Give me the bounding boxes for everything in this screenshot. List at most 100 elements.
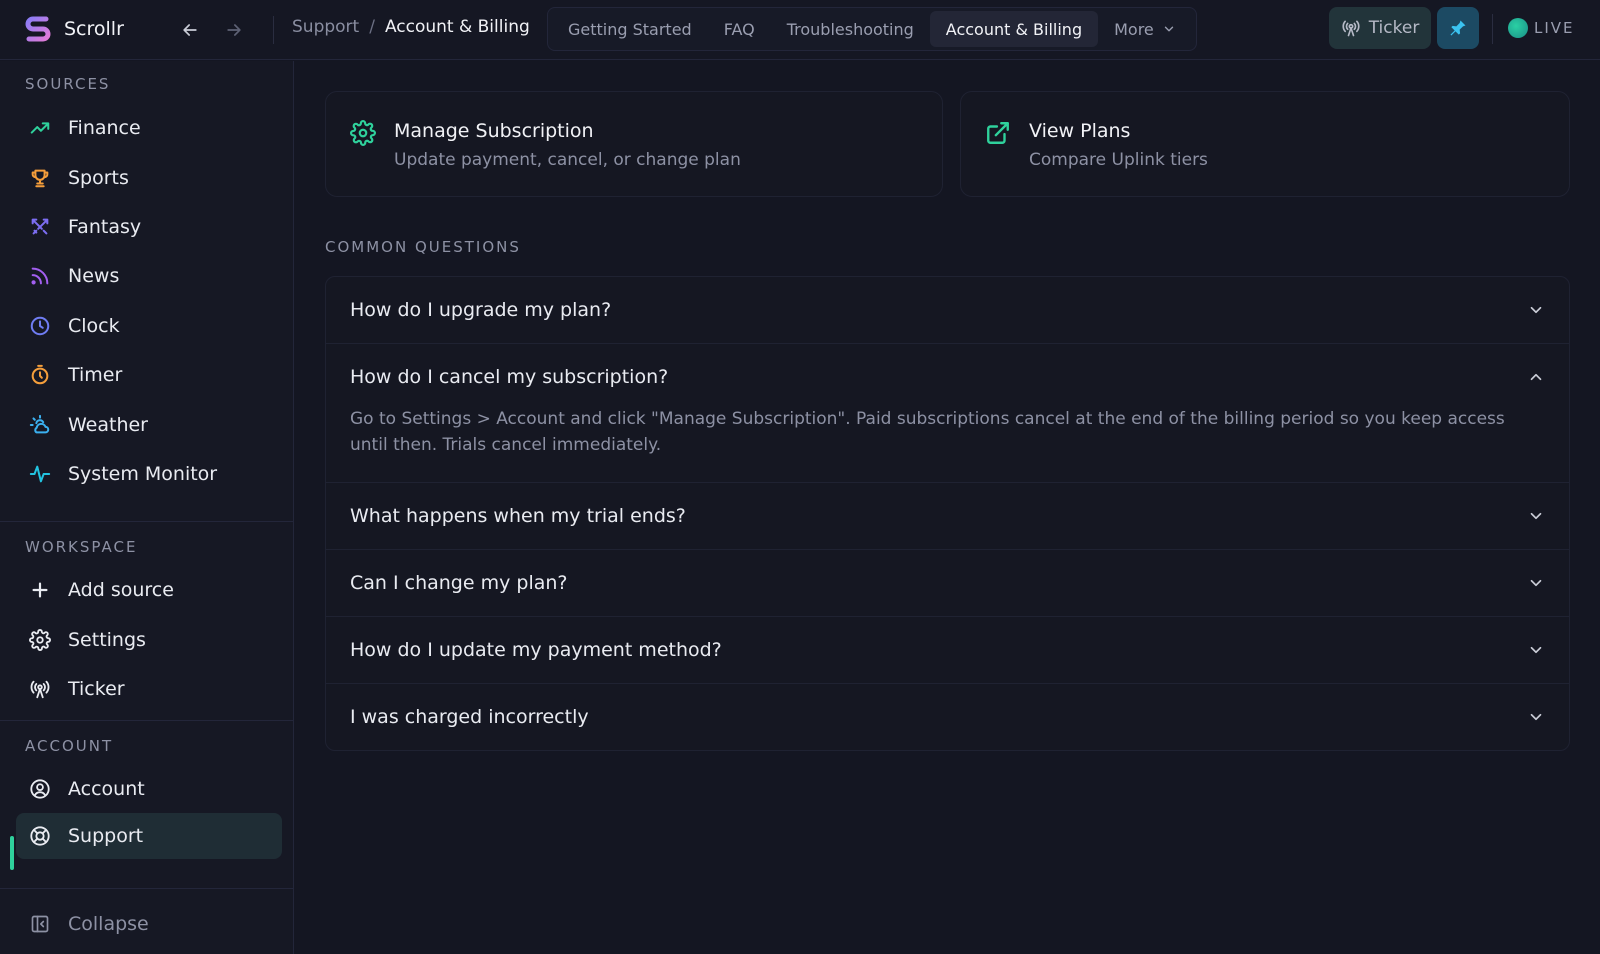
tab-getting-started[interactable]: Getting Started: [552, 11, 708, 47]
faq-item: I was charged incorrectly: [326, 683, 1569, 750]
faq-question-toggle[interactable]: What happens when my trial ends?: [326, 483, 1569, 549]
app-name: Scrollr: [64, 18, 124, 40]
faq-answer: Go to Settings > Account and click "Mana…: [350, 409, 1505, 455]
top-bar: Scrollr Support / Account & Billing Gett…: [0, 0, 1600, 60]
tab-troubleshooting[interactable]: Troubleshooting: [771, 11, 930, 47]
sidebar-item-account[interactable]: Account: [16, 766, 282, 812]
divider: [1492, 14, 1493, 44]
sidebar-item-label: Account: [68, 778, 145, 800]
forward-button[interactable]: [220, 16, 248, 44]
back-button[interactable]: [176, 16, 204, 44]
chevron-down-icon: [1530, 646, 1542, 654]
tab-faq[interactable]: FAQ: [708, 11, 771, 47]
sidebar-divider: [0, 888, 294, 889]
faq-question-toggle[interactable]: How do I update my payment method?: [326, 617, 1569, 683]
tab-label: Troubleshooting: [786, 19, 914, 39]
sidebar-item-clock[interactable]: Clock: [16, 303, 282, 349]
sidebar-item-system-monitor[interactable]: System Monitor: [16, 451, 282, 497]
faq-question-toggle[interactable]: How do I cancel my subscription?: [326, 344, 1569, 410]
tab-label: FAQ: [723, 19, 755, 39]
breadcrumb-current: Account & Billing: [384, 17, 530, 37]
sidebar-item-label: Support: [68, 825, 144, 847]
sidebar-item-label: Timer: [68, 364, 123, 386]
sidebar-item-weather[interactable]: Weather: [16, 402, 282, 448]
pin-icon: [1450, 20, 1466, 36]
main-content: Manage Subscription Update payment, canc…: [295, 61, 1600, 954]
faq-question: How do I upgrade my plan?: [350, 299, 612, 321]
ticker-button[interactable]: Ticker: [1329, 7, 1431, 49]
plus-icon: [29, 579, 51, 601]
trending-up-icon: [29, 117, 51, 139]
pin-button[interactable]: [1437, 7, 1479, 49]
workspace-section-title: WORKSPACE: [25, 538, 138, 556]
sidebar-divider: [0, 720, 294, 721]
sidebar-item-label: Add source: [68, 579, 174, 601]
faq-question-toggle[interactable]: Can I change my plan?: [326, 550, 1569, 616]
broadcast-icon: [1342, 20, 1360, 37]
faq-item: What happens when my trial ends?: [326, 482, 1569, 549]
sidebar-collapse-button[interactable]: Collapse: [16, 901, 282, 947]
faq-item: How do I update my payment method?: [326, 616, 1569, 683]
card-title: Manage Subscription: [394, 120, 594, 142]
sidebar-item-label: News: [68, 265, 120, 287]
live-label: LIVE: [1534, 19, 1575, 37]
chevron-down-icon: [1164, 26, 1173, 32]
sidebar-item-sports[interactable]: Sports: [16, 155, 282, 201]
gear-icon: [350, 120, 376, 146]
breadcrumb: Support / Account & Billing: [292, 17, 530, 37]
user-circle-icon: [29, 778, 51, 800]
ticker-button-label: Ticker: [1368, 18, 1420, 38]
chevron-down-icon: [1530, 713, 1542, 721]
faq-accordion: How do I upgrade my plan? How do I cance…: [325, 276, 1570, 751]
sidebar-item-ticker[interactable]: Ticker: [16, 666, 282, 712]
swords-icon: [29, 216, 51, 238]
weather-icon: [29, 414, 51, 436]
faq-question: How do I cancel my subscription?: [350, 366, 669, 388]
sidebar-item-finance[interactable]: Finance: [16, 105, 282, 151]
gear-icon: [29, 629, 51, 651]
breadcrumb-parent[interactable]: Support: [292, 17, 359, 37]
sidebar-item-label: Collapse: [68, 913, 149, 935]
faq-item: How do I upgrade my plan?: [326, 277, 1569, 343]
tab-account-billing[interactable]: Account & Billing: [929, 11, 1099, 47]
account-section-title: ACCOUNT: [25, 737, 114, 755]
faq-question: What happens when my trial ends?: [350, 505, 686, 527]
live-dot-icon: [1508, 18, 1528, 38]
scrollr-logo-icon: [25, 16, 51, 42]
faq-item: Can I change my plan?: [326, 549, 1569, 616]
brand[interactable]: Scrollr: [22, 11, 124, 47]
faq-question-toggle[interactable]: How do I upgrade my plan?: [326, 277, 1569, 343]
activity-icon: [29, 463, 51, 485]
sidebar-item-fantasy[interactable]: Fantasy: [16, 204, 282, 250]
chevron-down-icon: [1530, 306, 1542, 314]
sidebar-item-add-source[interactable]: Add source: [16, 567, 282, 613]
sidebar-divider: [0, 521, 294, 522]
faq-question: Can I change my plan?: [350, 572, 568, 594]
sidebar-item-label: Ticker: [68, 678, 125, 700]
sidebar-item-timer[interactable]: Timer: [16, 352, 282, 398]
sidebar-item-label: Weather: [68, 414, 148, 436]
sidebar-item-settings[interactable]: Settings: [16, 617, 282, 663]
sidebar-item-label: Settings: [68, 629, 146, 651]
lifebuoy-icon: [29, 825, 51, 847]
tab-more-dropdown[interactable]: More: [1098, 11, 1192, 47]
sidebar-item-label: System Monitor: [68, 463, 218, 485]
trophy-icon: [29, 167, 51, 189]
sidebar-item-support[interactable]: Support: [16, 813, 282, 859]
sidebar-item-label: Fantasy: [68, 216, 142, 238]
view-plans-card[interactable]: View Plans Compare Uplink tiers: [960, 91, 1570, 197]
sources-section-title: SOURCES: [25, 75, 111, 93]
chevron-up-icon: [1530, 373, 1542, 381]
active-indicator: [10, 836, 14, 870]
card-subtitle: Compare Uplink tiers: [1029, 150, 1208, 170]
card-title: View Plans: [1029, 120, 1131, 142]
chevron-down-icon: [1530, 512, 1542, 520]
manage-subscription-card[interactable]: Manage Subscription Update payment, canc…: [325, 91, 943, 197]
sidebar-item-label: Sports: [68, 167, 129, 189]
faq-question-toggle[interactable]: I was charged incorrectly: [326, 684, 1569, 750]
sidebar-item-label: Finance: [68, 117, 141, 139]
sidebar-item-news[interactable]: News: [16, 253, 282, 299]
divider: [273, 16, 274, 44]
sidebar: SOURCES Finance Sports Fantasy News Cloc…: [0, 61, 294, 954]
tab-label: More: [1114, 19, 1154, 39]
